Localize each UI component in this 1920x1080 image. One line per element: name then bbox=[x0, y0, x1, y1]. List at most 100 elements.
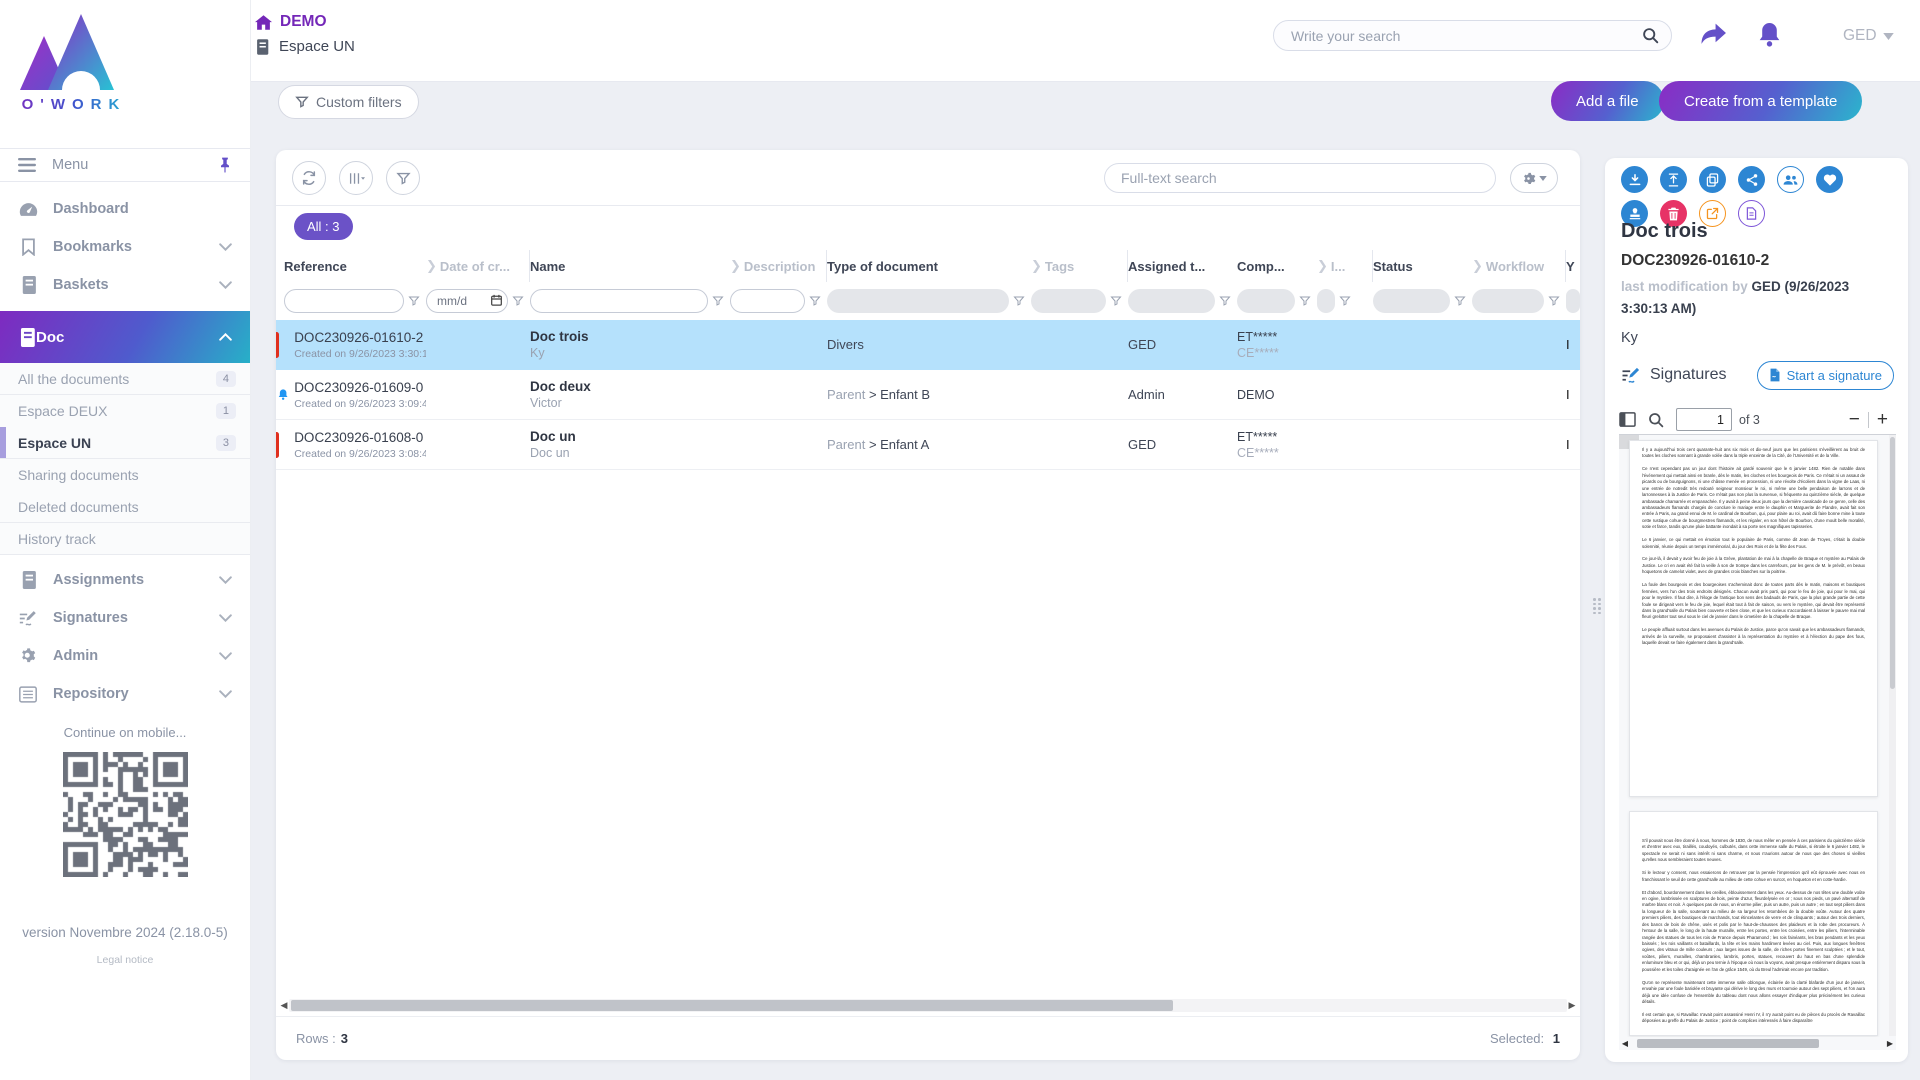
sidebar-item-sharing-documents[interactable]: Sharing documents bbox=[0, 459, 250, 491]
document-properties-button[interactable] bbox=[1738, 200, 1765, 227]
share-nodes-button[interactable] bbox=[1738, 166, 1765, 193]
calendar-icon[interactable] bbox=[491, 294, 502, 306]
table-settings-button[interactable] bbox=[1510, 163, 1558, 193]
column-header-i[interactable]: ❯I... bbox=[1317, 250, 1373, 282]
sidebar-item-repository[interactable]: Repository bbox=[0, 675, 250, 713]
funnel-icon[interactable] bbox=[408, 295, 420, 307]
column-header-assigned[interactable]: Assigned t... bbox=[1128, 250, 1237, 282]
row-subtitle: Ky bbox=[530, 346, 730, 360]
funnel-icon[interactable] bbox=[1339, 295, 1351, 307]
menu-toggle[interactable]: Menu bbox=[0, 148, 250, 182]
refresh-icon bbox=[301, 170, 317, 186]
scroll-right-icon[interactable]: ▶ bbox=[1567, 1000, 1577, 1011]
scrollbar-thumb[interactable] bbox=[1637, 1039, 1819, 1048]
funnel-icon[interactable] bbox=[1299, 295, 1311, 307]
column-header-date[interactable]: ❯Date of cr... bbox=[426, 250, 530, 282]
funnel-icon[interactable] bbox=[1548, 295, 1560, 307]
sidebar-item-baskets[interactable]: Baskets bbox=[0, 266, 250, 304]
breadcrumb-space[interactable]: Espace UN bbox=[255, 38, 355, 55]
column-header-description[interactable]: ❯Description bbox=[730, 250, 827, 282]
pdf-search-icon[interactable] bbox=[1648, 412, 1664, 428]
upload-version-button[interactable] bbox=[1660, 166, 1687, 193]
download-button[interactable] bbox=[1621, 166, 1648, 193]
users-button[interactable] bbox=[1777, 166, 1804, 193]
workflow-filter-select[interactable] bbox=[1472, 289, 1544, 313]
sidebar-item-signatures[interactable]: Signatures bbox=[0, 599, 250, 637]
funnel-icon[interactable] bbox=[512, 295, 524, 307]
sidebar-item-doc[interactable]: Doc bbox=[0, 311, 250, 363]
scroll-left-icon[interactable]: ◀ bbox=[279, 1000, 289, 1011]
column-header-reference[interactable]: Reference bbox=[276, 250, 426, 282]
sidebar-item-espace-un[interactable]: Espace UN 3 bbox=[0, 427, 250, 459]
column-header-workflow[interactable]: ❯Workflow bbox=[1472, 250, 1566, 282]
share-icon[interactable] bbox=[1700, 22, 1727, 46]
assigned-filter-select[interactable] bbox=[1128, 289, 1215, 313]
type-filter-select[interactable] bbox=[827, 289, 1009, 313]
filter-all-pill[interactable]: All : 3 bbox=[294, 213, 353, 240]
pdf-viewer[interactable]: Il y a aujourd'hui trois cent quarante-h… bbox=[1619, 435, 1896, 1050]
global-search-input[interactable] bbox=[1291, 28, 1642, 44]
y-filter-select[interactable] bbox=[1566, 289, 1580, 313]
column-header-tags[interactable]: ❯Tags bbox=[1031, 250, 1128, 282]
fulltext-search-input[interactable] bbox=[1105, 164, 1495, 192]
sidebar-item-deleted-documents[interactable]: Deleted documents bbox=[0, 491, 250, 523]
table-row[interactable]: DOC230926-01609-0 Created on 9/26/2023 3… bbox=[276, 370, 1580, 420]
start-signature-button[interactable]: Start a signature bbox=[1757, 361, 1894, 390]
funnel-icon[interactable] bbox=[1454, 295, 1466, 307]
search-icon[interactable] bbox=[1642, 27, 1659, 44]
column-header-company[interactable]: Comp... bbox=[1237, 250, 1317, 282]
zoom-in-button[interactable]: + bbox=[1869, 410, 1896, 429]
refresh-button[interactable] bbox=[292, 161, 326, 195]
bell-icon[interactable] bbox=[1758, 22, 1781, 47]
filter-button[interactable] bbox=[386, 161, 420, 195]
sidebar-item-admin[interactable]: Admin bbox=[0, 637, 250, 675]
sidebar-item-bookmarks[interactable]: Bookmarks bbox=[0, 228, 250, 266]
sidebar-item-assignments[interactable]: Assignments bbox=[0, 561, 250, 599]
table-row[interactable]: DOC230926-01610-2 Created on 9/26/2023 3… bbox=[276, 320, 1580, 370]
i-filter-select[interactable] bbox=[1317, 289, 1335, 313]
funnel-icon[interactable] bbox=[1110, 295, 1122, 307]
company-filter-select[interactable] bbox=[1237, 289, 1295, 313]
sidebar-item-label: Assignments bbox=[53, 572, 144, 588]
sidebar-item-dashboard[interactable]: Dashboard bbox=[0, 190, 250, 228]
sidebar-toggle-icon[interactable] bbox=[1619, 412, 1636, 427]
funnel-icon[interactable] bbox=[1013, 295, 1025, 307]
horizontal-scrollbar[interactable]: ◀ ▶ bbox=[279, 998, 1577, 1013]
sidebar-item-espace-deux[interactable]: Espace DEUX 1 bbox=[0, 395, 250, 427]
scroll-right-icon[interactable]: ▶ bbox=[1884, 1039, 1896, 1048]
scrollbar-thumb[interactable] bbox=[291, 1000, 1173, 1011]
column-header-name[interactable]: Name bbox=[530, 250, 730, 282]
columns-button[interactable] bbox=[339, 161, 373, 195]
zoom-out-button[interactable]: − bbox=[1841, 410, 1868, 429]
copy-button[interactable] bbox=[1699, 166, 1726, 193]
custom-filters-button[interactable]: Custom filters bbox=[278, 85, 419, 119]
row-company: ET***** bbox=[1237, 330, 1317, 344]
description-filter-input[interactable] bbox=[730, 289, 805, 313]
column-header-y[interactable]: Y bbox=[1566, 250, 1580, 282]
viewer-horizontal-scrollbar[interactable]: ◀ ▶ bbox=[1619, 1037, 1896, 1050]
tags-filter-select[interactable] bbox=[1031, 289, 1106, 313]
funnel-icon[interactable] bbox=[712, 295, 724, 307]
sidebar-item-history-track[interactable]: History track bbox=[0, 523, 250, 555]
sidebar-item-all-documents[interactable]: All the documents 4 bbox=[0, 363, 250, 395]
user-menu[interactable]: GED bbox=[1843, 27, 1894, 45]
status-filter-select[interactable] bbox=[1373, 289, 1450, 313]
table-row[interactable]: DOC230926-01608-0 Created on 9/26/2023 3… bbox=[276, 420, 1580, 470]
name-filter-input[interactable] bbox=[530, 289, 708, 313]
scroll-left-icon[interactable]: ◀ bbox=[1619, 1039, 1631, 1048]
create-template-button[interactable]: Create from a template bbox=[1659, 81, 1862, 121]
funnel-icon[interactable] bbox=[809, 295, 821, 307]
add-file-button[interactable]: Add a file bbox=[1551, 81, 1664, 121]
breadcrumb-workspace[interactable]: DEMO bbox=[255, 13, 327, 31]
viewer-vertical-scrollbar[interactable] bbox=[1889, 435, 1896, 1036]
column-header-status[interactable]: Status bbox=[1373, 250, 1472, 282]
favorite-button[interactable] bbox=[1816, 166, 1843, 193]
legal-notice-link[interactable]: Legal notice bbox=[0, 954, 250, 966]
funnel-icon[interactable] bbox=[1219, 295, 1231, 307]
scrollbar-thumb[interactable] bbox=[1890, 437, 1895, 689]
column-header-type[interactable]: Type of document bbox=[827, 250, 1031, 282]
pin-icon[interactable] bbox=[218, 157, 232, 173]
reference-filter-input[interactable] bbox=[284, 289, 404, 313]
panel-resize-handle[interactable] bbox=[1593, 598, 1601, 614]
page-number-input[interactable] bbox=[1676, 408, 1732, 431]
